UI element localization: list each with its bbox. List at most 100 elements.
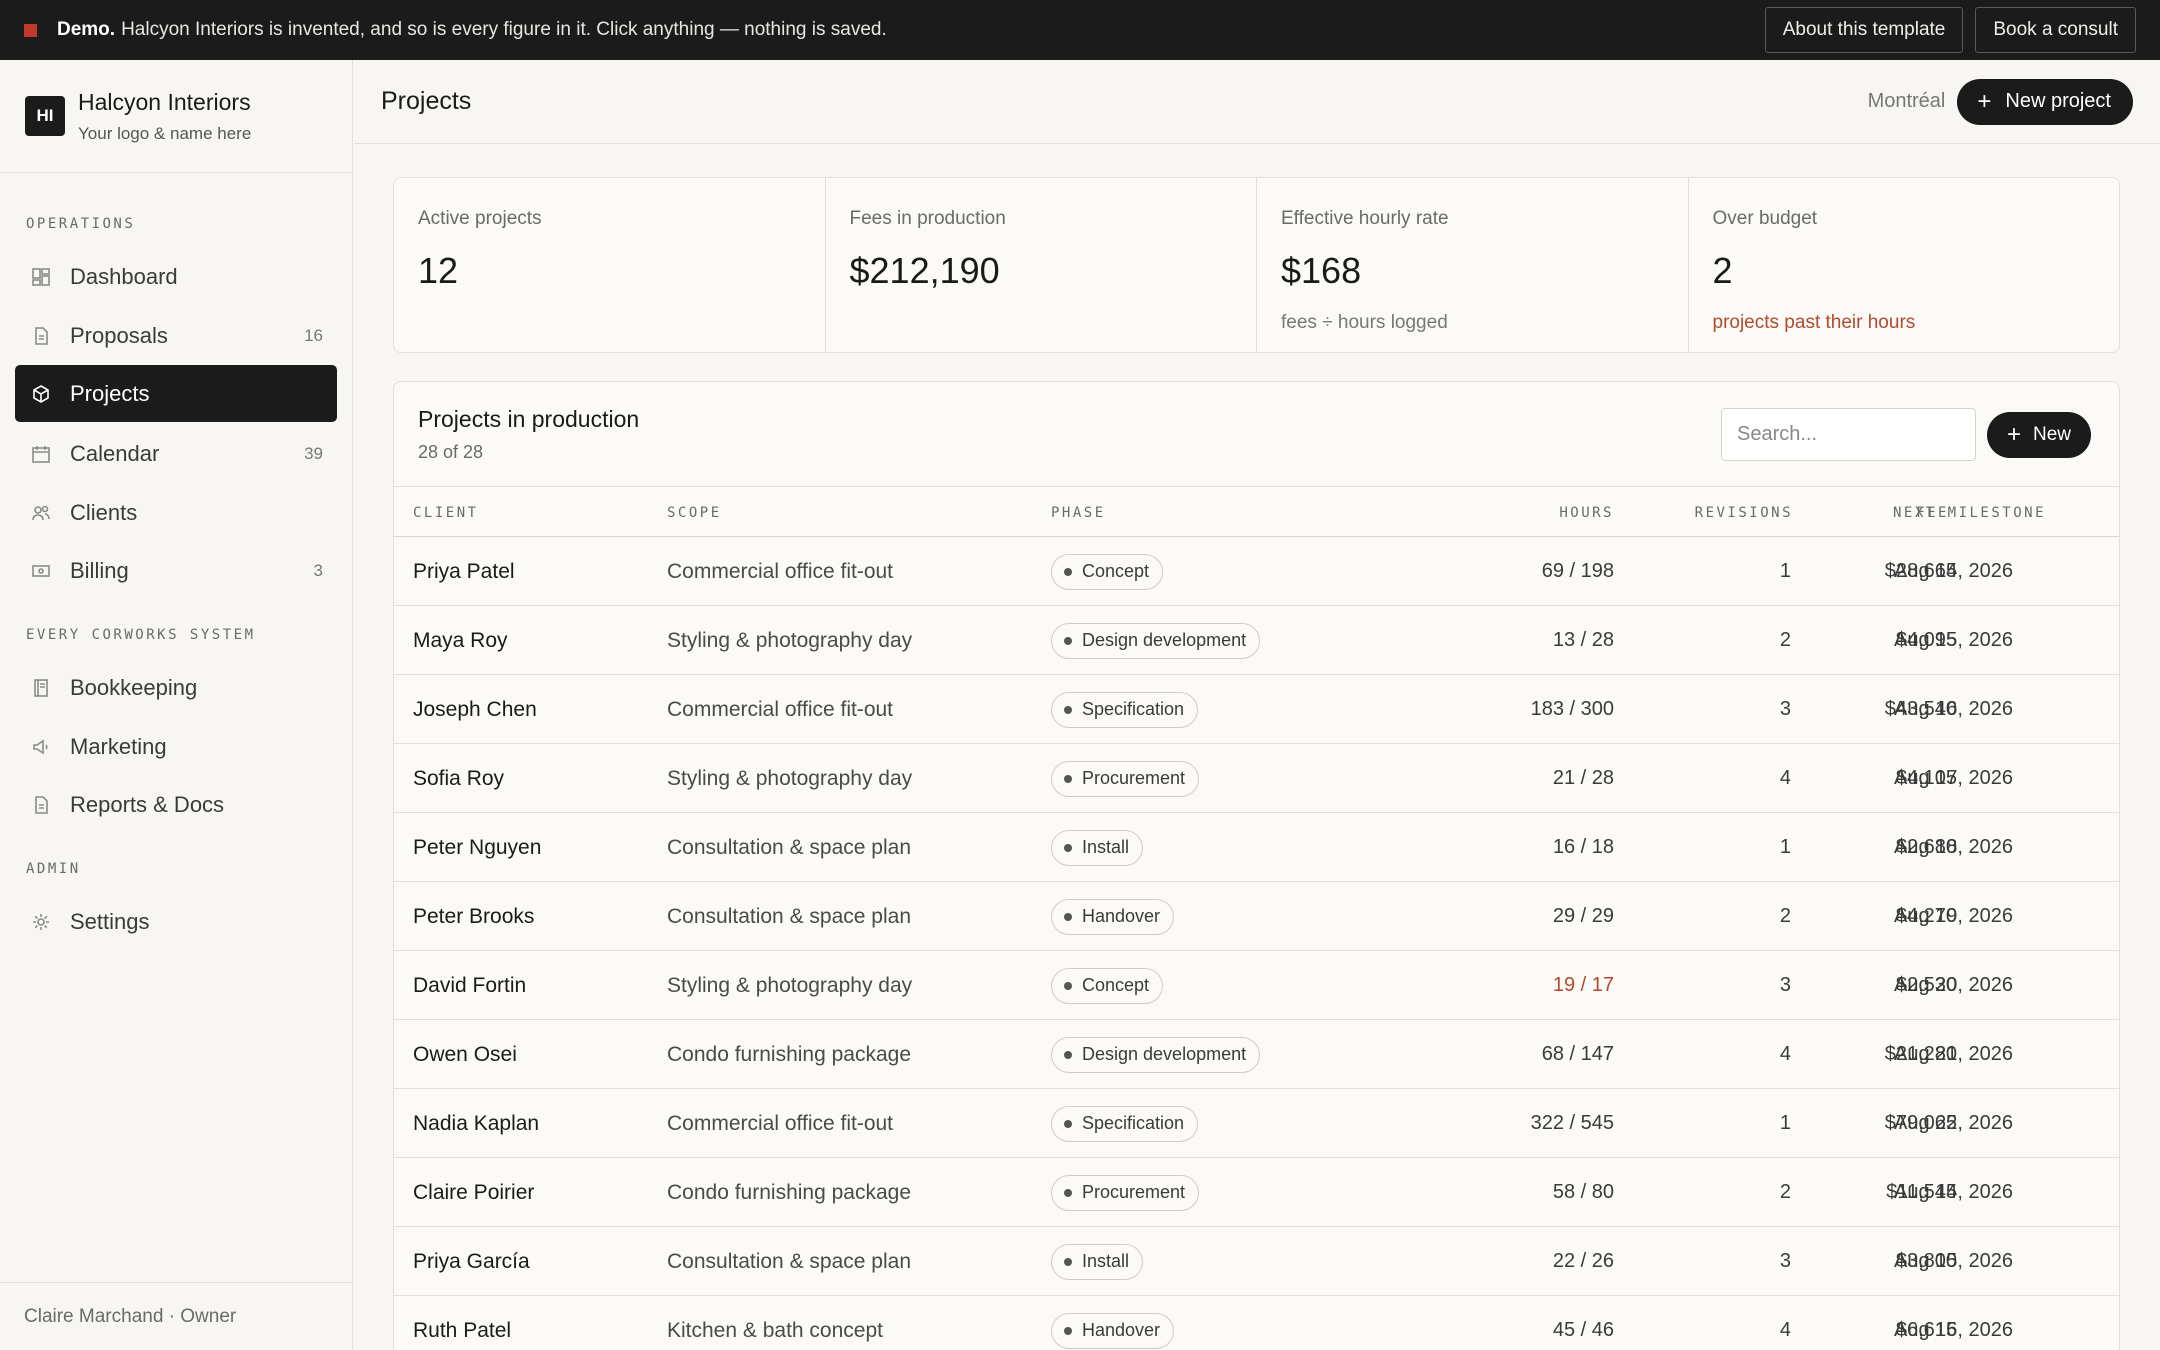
sidebar-item-bookkeeping[interactable]: Bookkeeping xyxy=(15,659,337,716)
table-row[interactable]: Priya García Consultation & space plan Ins… xyxy=(394,1227,2119,1296)
revisions-cell: 4 xyxy=(1779,1043,1791,1065)
table-count: 28 of 28 xyxy=(418,442,484,462)
section-label-operations: OPERATIONS xyxy=(26,216,136,232)
sidebar-item-label: Dashboard xyxy=(70,263,178,289)
new-project-button[interactable]: + New project xyxy=(1957,78,2133,125)
hours-cell: 21 / 28 xyxy=(1552,767,1614,789)
scope-cell: Consultation & space plan xyxy=(667,1249,911,1273)
phase-dot-icon xyxy=(1064,636,1072,645)
column-header-hours[interactable]: HOURS xyxy=(1474,505,1614,521)
phase-label: Handover xyxy=(1082,1320,1161,1340)
phase-label: Procurement xyxy=(1082,768,1186,788)
phase-badge: Specification xyxy=(1051,691,1199,728)
table-row[interactable]: Nadia Kaplan Commercial office fit-out Spe… xyxy=(394,1089,2119,1158)
revisions-cell: 4 xyxy=(1779,767,1791,789)
client-name: Joseph Chen xyxy=(413,697,537,721)
sidebar-item-label: Proposals xyxy=(70,322,168,348)
billing-icon xyxy=(30,560,52,582)
phase-badge: Design development xyxy=(1051,622,1261,659)
ledger-icon xyxy=(30,677,52,699)
column-header-client[interactable]: CLIENT xyxy=(413,505,479,521)
table-row[interactable]: Sofia Roy Styling & photography day Procur… xyxy=(394,744,2119,813)
revisions-cell: 3 xyxy=(1779,698,1791,720)
phase-cell: Handover xyxy=(1051,1296,1175,1350)
sidebar-item-projects[interactable]: Projects xyxy=(15,365,337,422)
sidebar-item-marketing[interactable]: Marketing xyxy=(15,718,337,775)
brand-logo: HI xyxy=(25,96,65,136)
new-button[interactable]: + New xyxy=(1987,412,2092,458)
sidebar-item-billing[interactable]: Billing 3 xyxy=(15,542,337,599)
milestone-cell: Aug 15, 2026 xyxy=(1894,1250,2013,1272)
phase-label: Procurement xyxy=(1082,1182,1186,1202)
table-row[interactable]: Maya Roy Styling & photography day Design … xyxy=(394,606,2119,675)
calendar-icon xyxy=(30,443,52,465)
sidebar-item-reports[interactable]: Reports & Docs xyxy=(15,776,337,833)
milestone-cell: Aug 20, 2026 xyxy=(1894,974,2013,996)
revisions-cell: 2 xyxy=(1779,905,1791,927)
new-project-label: New project xyxy=(2005,90,2111,112)
client-name: Peter Nguyen xyxy=(413,835,542,859)
column-header-scope[interactable]: SCOPE xyxy=(667,505,722,521)
demo-banner: Demo. Halcyon Interiors is invented, and… xyxy=(0,0,2160,60)
table-row[interactable]: David Fortin Styling & photography day Con… xyxy=(394,951,2119,1020)
sidebar-item-clients[interactable]: Clients xyxy=(15,484,337,541)
hours-cell: 322 / 545 xyxy=(1530,1112,1614,1134)
phase-label: Install xyxy=(1082,837,1130,857)
stat-value: 12 xyxy=(418,250,459,291)
milestone-cell: Aug 19, 2026 xyxy=(1894,905,2013,927)
revisions-cell: 1 xyxy=(1779,1112,1791,1134)
table-row[interactable]: Peter Nguyen Consultation & space plan Ins… xyxy=(394,813,2119,882)
phase-badge: Specification xyxy=(1051,1105,1199,1142)
sidebar-item-label: Calendar xyxy=(70,440,160,466)
sidebar-item-calendar[interactable]: Calendar 39 xyxy=(15,425,337,482)
search-input[interactable] xyxy=(1721,408,1976,461)
document-icon xyxy=(30,794,52,816)
client-name: Owen Osei xyxy=(413,1042,517,1066)
table-row[interactable]: Claire Poirier Condo furnishing package Pr… xyxy=(394,1158,2119,1227)
milestone-cell: Aug 14, 2026 xyxy=(1894,1181,2013,1203)
table-row[interactable]: Ruth Patel Kitchen & bath concept Handover… xyxy=(394,1296,2119,1350)
megaphone-icon xyxy=(30,736,52,758)
phase-dot-icon xyxy=(1064,774,1072,783)
column-header-revisions[interactable]: REVISIONS xyxy=(1594,505,1793,521)
table-row[interactable]: Peter Brooks Consultation & space plan Han… xyxy=(394,882,2119,951)
phase-label: Specification xyxy=(1082,699,1185,719)
client-name: Peter Brooks xyxy=(413,904,535,928)
sidebar-item-label: Clients xyxy=(70,499,138,525)
column-header-phase[interactable]: PHASE xyxy=(1051,505,1106,521)
stat-label: Fees in production xyxy=(849,208,1006,229)
hours-cell: 183 / 300 xyxy=(1530,698,1614,720)
scope-cell: Condo furnishing package xyxy=(667,1180,912,1204)
table-row[interactable]: Joseph Chen Commercial office fit-out Spec… xyxy=(394,675,2119,744)
phase-label: Handover xyxy=(1082,906,1161,926)
stat-card-hourly-rate: Effective hourly rate $168 fees ÷ hours … xyxy=(1257,178,1689,352)
scope-cell: Styling & photography day xyxy=(667,973,913,997)
column-header-next-milestone[interactable]: NEXT MILESTONE xyxy=(1893,505,2046,521)
client-name: David Fortin xyxy=(413,973,527,997)
demo-indicator-icon xyxy=(24,23,37,37)
phase-label: Design development xyxy=(1082,630,1247,650)
sidebar-item-dashboard[interactable]: Dashboard xyxy=(15,248,337,305)
table-row[interactable]: Owen Osei Condo furnishing package Design … xyxy=(394,1020,2119,1089)
sidebar-item-settings[interactable]: Settings xyxy=(15,893,337,950)
users-icon xyxy=(30,502,52,524)
hours-cell: 68 / 147 xyxy=(1541,1043,1614,1065)
brand[interactable]: HI Halcyon Interiors Your logo & name he… xyxy=(0,60,352,173)
phase-label: Design development xyxy=(1082,1044,1247,1064)
table-row[interactable]: Priya Patel Commercial office fit-out Conc… xyxy=(394,537,2119,606)
phase-badge: Install xyxy=(1051,1243,1144,1280)
revisions-cell: 2 xyxy=(1779,629,1791,651)
phase-badge: Install xyxy=(1051,829,1144,866)
book-consult-button[interactable]: Book a consult xyxy=(1975,7,2136,53)
sidebar-item-proposals[interactable]: Proposals 16 xyxy=(15,307,337,364)
sidebar-item-label: Billing xyxy=(70,557,129,583)
about-template-button[interactable]: About this template xyxy=(1764,7,1964,53)
hours-cell: 16 / 18 xyxy=(1552,836,1614,858)
phase-cell: Concept xyxy=(1051,951,1164,1020)
scope-cell: Styling & photography day xyxy=(667,628,913,652)
brand-name: Halcyon Interiors xyxy=(78,88,251,115)
user-footer[interactable]: Claire Marchand · Owner xyxy=(0,1282,352,1350)
stat-label: Over budget xyxy=(1712,208,1818,229)
milestone-cell: Aug 16, 2026 xyxy=(1894,698,2013,720)
scope-cell: Condo furnishing package xyxy=(667,1042,912,1066)
